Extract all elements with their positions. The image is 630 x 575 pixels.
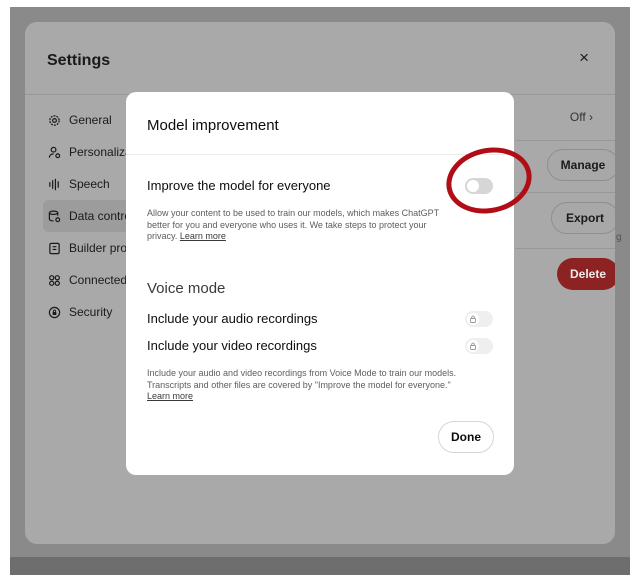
video-recordings-toggle[interactable]	[465, 338, 493, 354]
nav-item-label: Data contro	[69, 209, 132, 223]
page-backdrop-bottom	[10, 557, 630, 575]
gear-icon	[47, 113, 61, 127]
nav-item-label: Builder pro	[69, 241, 128, 255]
manage-button[interactable]: Manage	[547, 149, 615, 181]
nav-item-label: Security	[69, 305, 113, 319]
settings-right-column: Off › Manage Export Delete	[515, 22, 615, 544]
apps-grid-icon	[47, 273, 61, 287]
audio-recordings-toggle[interactable]	[465, 311, 493, 327]
waveform-icon	[47, 177, 61, 191]
profile-card-icon	[47, 241, 61, 255]
row-divider	[515, 192, 615, 193]
delete-button[interactable]: Delete	[557, 258, 615, 290]
theme-off-value[interactable]: Off ›	[570, 110, 593, 124]
export-button[interactable]: Export	[551, 202, 615, 234]
lock-icon	[467, 313, 479, 325]
personalize-icon	[47, 145, 61, 159]
learn-more-link[interactable]: Learn more	[180, 231, 226, 241]
settings-title: Settings	[47, 52, 111, 69]
database-icon	[47, 209, 61, 223]
model-improvement-modal: Model improvement Improve the model for …	[126, 92, 514, 475]
nav-item-label: General	[69, 113, 112, 127]
video-recordings-label: Include your video recordings	[147, 338, 317, 353]
learn-more-link[interactable]: Learn more	[147, 391, 193, 401]
edge-text-fragment: g	[616, 232, 622, 243]
modal-title: Model improvement	[147, 117, 279, 134]
done-button[interactable]: Done	[438, 421, 494, 453]
voice-mode-heading: Voice mode	[147, 280, 226, 297]
improve-model-description: Allow your content to be used to train o…	[147, 208, 457, 243]
lock-icon	[467, 340, 479, 352]
voice-mode-description: Include your audio and video recordings …	[147, 368, 457, 403]
improve-model-label: Improve the model for everyone	[147, 178, 331, 193]
nav-item-label: Speech	[69, 177, 110, 191]
nav-item-label: Personaliza	[69, 145, 132, 159]
modal-header-divider	[126, 154, 514, 155]
audio-recordings-label: Include your audio recordings	[147, 311, 318, 326]
row-divider	[515, 248, 615, 249]
shield-lock-icon	[47, 305, 61, 319]
voice-description-text: Include your audio and video recordings …	[147, 368, 457, 390]
nav-item-label: Connected	[69, 273, 128, 287]
row-divider	[515, 140, 615, 141]
